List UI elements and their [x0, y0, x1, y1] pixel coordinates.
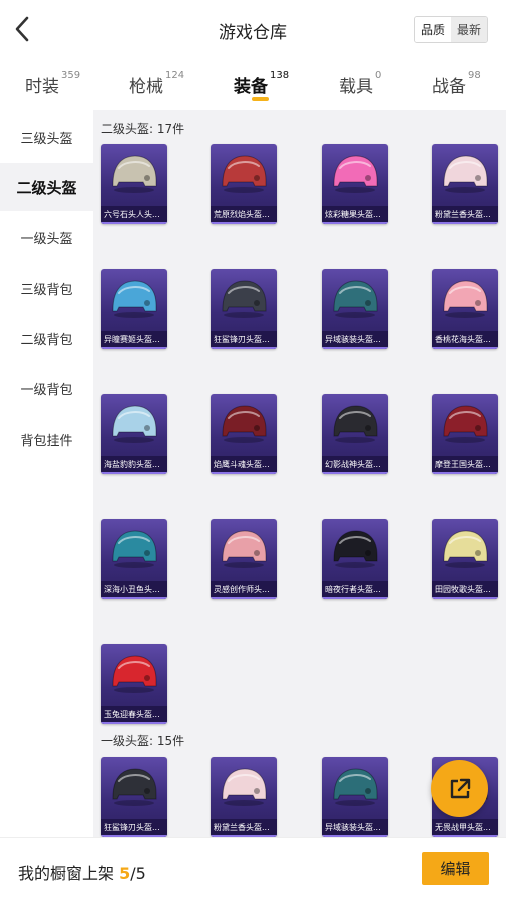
section-title-level1: 一级头盔: 15件 [101, 734, 185, 748]
helmet-leopard-icon [101, 394, 167, 456]
item-card[interactable]: 粉黛兰香头盔... [432, 144, 498, 224]
showcase-current-count: 5 [119, 864, 131, 883]
rarity-bar [322, 222, 388, 224]
item-card[interactable]: 暗夜行者头盔... [322, 519, 388, 599]
sort-toggle: 品质 最新 [414, 16, 488, 43]
share-icon [450, 778, 470, 798]
sort-newest-button[interactable]: 最新 [451, 17, 487, 42]
rarity-bar [432, 472, 498, 474]
rarity-bar [432, 222, 498, 224]
sidebar-item-level1-backpack[interactable]: 一级背包 [0, 364, 93, 412]
item-card[interactable]: 狂鲨锋刃头盔... [211, 269, 277, 349]
helmet-peach-icon [432, 269, 498, 331]
share-button[interactable] [431, 760, 488, 817]
rarity-bar [101, 222, 167, 224]
sidebar-item-level3-helmet[interactable]: 三级头盔 [0, 113, 93, 161]
helmet-shark-icon [211, 269, 277, 331]
rarity-bar [211, 472, 277, 474]
edit-button[interactable]: 编辑 [422, 852, 489, 885]
item-card[interactable]: 粉黛兰香头盔... [211, 757, 277, 837]
helmet-modern-icon [432, 394, 498, 456]
helmet-rock-icon [101, 144, 167, 206]
tab-count: 138 [270, 70, 290, 81]
rarity-bar [101, 472, 167, 474]
tab-supplies[interactable]: 战备98 [432, 70, 481, 97]
item-card[interactable]: 异域骇装头盔... [322, 269, 388, 349]
item-grid: 二级头盔: 17件 六号石头人头... 荒原烈焰头盔... 炫彩糖果头盔... 粉黛兰… [93, 110, 506, 837]
sidebar-item-level1-helmet[interactable]: 一级头盔 [0, 213, 93, 261]
item-card[interactable]: 异瞳赛姬头盔... [101, 269, 167, 349]
tab-count: 124 [165, 70, 185, 81]
tab-label: 载具 [339, 77, 373, 97]
item-card[interactable]: 狂鲨锋刃头盔... [101, 757, 167, 837]
item-card[interactable]: 六号石头人头... [101, 144, 167, 224]
item-card[interactable]: 香桃花海头盔... [432, 269, 498, 349]
rarity-bar [211, 347, 277, 349]
header: 游戏仓库 品质 最新 [0, 0, 506, 58]
item-card[interactable]: 荒原烈焰头盔... [211, 144, 277, 224]
item-card[interactable]: 焰鹰斗魂头盔... [211, 394, 277, 474]
helmet-rabbit-icon [101, 644, 167, 706]
showcase-total-count: /5 [130, 864, 146, 883]
helmet-clownfish-icon [101, 519, 167, 581]
rarity-bar [101, 347, 167, 349]
tab-label: 装备 [234, 77, 268, 97]
tab-equipment[interactable]: 装备138 [234, 70, 290, 97]
rarity-bar [101, 597, 167, 599]
tab-weapons[interactable]: 枪械124 [129, 70, 185, 97]
tab-vehicles[interactable]: 载具0 [339, 70, 382, 97]
tab-label: 枪械 [129, 77, 163, 97]
helmet-candy-icon [322, 144, 388, 206]
item-card[interactable]: 深海小丑鱼头... [101, 519, 167, 599]
helmet-alien-icon [322, 757, 388, 819]
tab-label: 战备 [432, 77, 466, 97]
helmet-flame-icon [211, 144, 277, 206]
rarity-bar [322, 597, 388, 599]
active-tab-indicator [252, 97, 269, 101]
showcase-status: 我的橱窗上架 5/5 [18, 860, 146, 884]
tab-count: 0 [375, 70, 382, 81]
helmet-pink-icon [211, 757, 277, 819]
sidebar-item-level3-backpack[interactable]: 三级背包 [0, 264, 93, 312]
helmet-pastoral-icon [432, 519, 498, 581]
helmet-night-icon [322, 519, 388, 581]
tab-count: 98 [468, 70, 481, 81]
sidebar-item-backpack-charm[interactable]: 背包挂件 [0, 415, 93, 463]
sort-quality-button[interactable]: 品质 [415, 17, 451, 42]
item-card[interactable]: 田园牧歌头盔... [432, 519, 498, 599]
helmet-pink-icon [432, 144, 498, 206]
rarity-bar [211, 597, 277, 599]
item-card[interactable]: 玉兔迎春头盔... [101, 644, 167, 724]
tab-fashion[interactable]: 时装359 [25, 70, 81, 97]
rarity-bar [322, 472, 388, 474]
item-card[interactable]: 摩登王国头盔... [432, 394, 498, 474]
rarity-bar [211, 222, 277, 224]
helmet-artist-icon [211, 519, 277, 581]
item-card[interactable]: 炫彩糖果头盔... [322, 144, 388, 224]
item-card[interactable]: 海盐豹豹头盔... [101, 394, 167, 474]
bottom-bar: 我的橱窗上架 5/5 编辑 [0, 837, 506, 897]
rarity-bar [432, 597, 498, 599]
rarity-bar [432, 347, 498, 349]
tab-label: 时装 [25, 77, 59, 97]
helmet-phantom-icon [322, 394, 388, 456]
sidebar-item-level2-backpack[interactable]: 二级背包 [0, 314, 93, 362]
item-card[interactable]: 幻影战神头盔... [322, 394, 388, 474]
helmet-cat-icon [101, 269, 167, 331]
helmet-shark-icon [101, 757, 167, 819]
item-card[interactable]: 灵感创作师头... [211, 519, 277, 599]
sidebar-item-level2-helmet[interactable]: 二级头盔 [0, 163, 93, 211]
helmet-alien-icon [322, 269, 388, 331]
category-tabs: 时装359 枪械124 装备138 载具0 战备98 [0, 60, 506, 110]
sidebar: 三级头盔 二级头盔 一级头盔 三级背包 二级背包 一级背包 背包挂件 [0, 110, 93, 837]
item-card[interactable]: 异域骇装头盔... [322, 757, 388, 837]
tab-count: 359 [61, 70, 81, 81]
helmet-hawk-icon [211, 394, 277, 456]
showcase-label: 我的橱窗上架 [18, 864, 115, 883]
rarity-bar [322, 347, 388, 349]
rarity-bar [101, 722, 167, 724]
section-title-level2: 二级头盔: 17件 [101, 122, 185, 136]
